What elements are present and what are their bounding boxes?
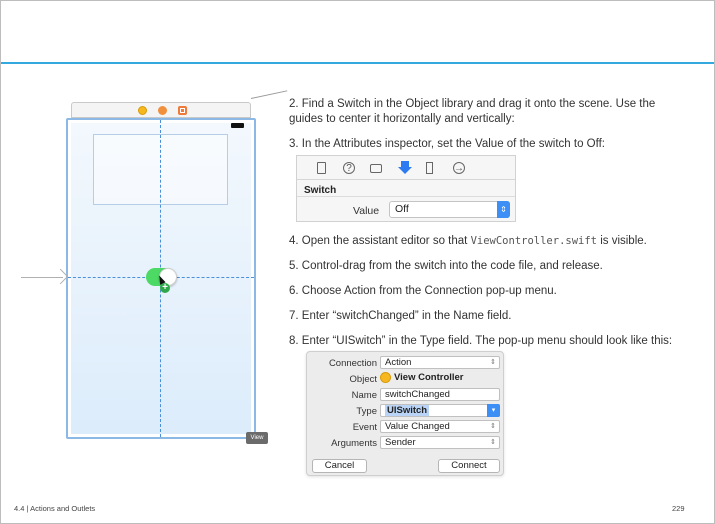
page-number: 229 <box>672 504 685 513</box>
identity-inspector-icon[interactable] <box>370 164 382 173</box>
inspector-divider <box>297 196 515 197</box>
chevron-updown-icon: ⇕ <box>490 423 496 430</box>
object-value: View Controller <box>380 372 500 385</box>
name-label: Name <box>351 390 377 401</box>
step-4: 4. Open the assistant editor so that Vie… <box>289 235 647 247</box>
arguments-label: Arguments <box>331 438 377 449</box>
exit-icon[interactable] <box>178 106 187 115</box>
size-inspector-icon[interactable] <box>426 162 433 174</box>
step-7: 7. Enter “switchChanged” in the Name fie… <box>289 310 512 322</box>
value-select-text: Off <box>395 203 409 215</box>
inspector-section-title: Switch <box>304 185 337 196</box>
connection-label: Connection <box>328 358 377 369</box>
type-label: Type <box>356 406 377 417</box>
type-combo[interactable]: UISwitch ▾ <box>380 404 500 417</box>
code-filename: ViewController.swift <box>470 235 597 247</box>
connections-inspector-icon[interactable]: → <box>453 162 465 174</box>
view-controller-icon[interactable] <box>138 106 147 115</box>
connection-select[interactable]: Action ⇕ <box>380 356 500 369</box>
step-2: 2. Find a Switch in the Object library a… <box>289 98 656 125</box>
step-8: 8. Enter “UISwitch” in the Type field. T… <box>289 335 673 347</box>
header-rule <box>1 62 714 64</box>
help-inspector-icon[interactable]: ? <box>343 162 355 174</box>
event-label: Event <box>352 422 377 433</box>
value-select[interactable]: Off ⇕ <box>389 201 510 218</box>
name-input[interactable]: switchChanged <box>380 388 500 401</box>
connect-button[interactable]: Connect <box>438 459 500 473</box>
step-5: 5. Control-drag from the switch into the… <box>289 260 603 272</box>
chevron-updown-icon: ⇕ <box>490 439 496 446</box>
chevron-updown-icon: ⇕ <box>490 359 496 366</box>
cancel-button[interactable]: Cancel <box>312 459 367 473</box>
first-responder-icon[interactable] <box>158 106 167 115</box>
connection-popup: Connection Action ⇕ Object View Controll… <box>306 351 504 476</box>
step-6: 6. Choose Action from the Connection pop… <box>289 285 557 297</box>
chevron-updown-icon[interactable]: ⇕ <box>497 201 510 218</box>
chevron-down-icon[interactable]: ▾ <box>487 404 500 417</box>
footer-section: 4.4 | Actions and Outlets <box>14 504 96 513</box>
inspector-tab-bar: ? → <box>297 156 515 180</box>
file-inspector-icon[interactable] <box>317 162 326 174</box>
view-controller-icon <box>380 372 391 383</box>
arguments-select[interactable]: Sender ⇕ <box>380 436 500 449</box>
scene-dock <box>71 102 251 118</box>
view-label: View <box>246 432 268 444</box>
attributes-inspector-icon[interactable] <box>398 161 412 175</box>
attributes-inspector: ? → Switch Value Off ⇕ <box>296 155 516 222</box>
event-select[interactable]: Value Changed ⇕ <box>380 420 500 433</box>
battery-icon <box>231 123 244 128</box>
drag-copy-plus-icon: + <box>160 283 170 293</box>
step-3: 3. In the Attributes inspector, set the … <box>289 138 606 150</box>
value-label: Value <box>353 205 380 217</box>
object-label: Object <box>349 374 377 385</box>
